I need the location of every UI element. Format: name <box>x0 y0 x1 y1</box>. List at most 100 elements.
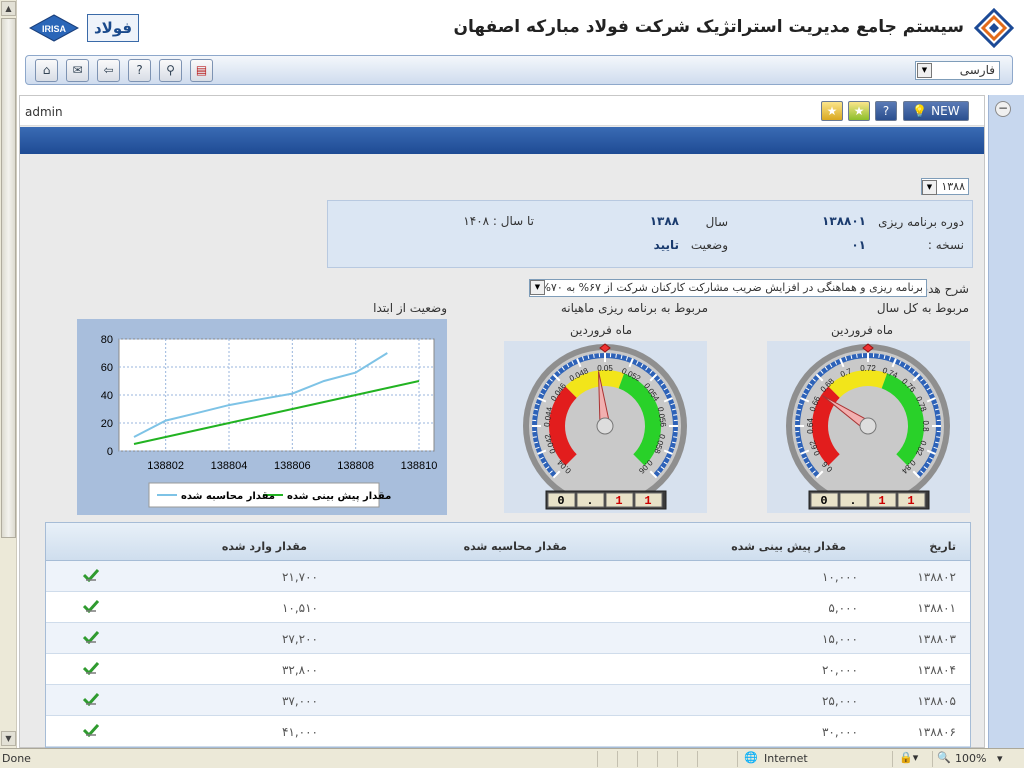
cell-entered: ۴۱,۰۰۰ <box>281 725 318 739</box>
cell-entered: ۳۷,۰۰۰ <box>281 694 318 708</box>
cell-forecast: ۱۰,۰۰۰ <box>821 570 858 584</box>
trend-chart: 0 20 40 60 80 138802 138804 138806 138808 138810 م… <box>77 319 447 515</box>
cell-forecast: ۲۵,۰۰۰ <box>821 694 858 708</box>
admin-bar: admin ★ ★ ? 💡 NEW <box>20 96 984 126</box>
new-label: NEW <box>931 104 960 118</box>
book-icon[interactable]: ▤ <box>190 59 213 82</box>
checkmark-icon[interactable] <box>83 630 99 644</box>
zone-label: Internet <box>764 752 808 765</box>
back-icon[interactable]: ⇦ <box>97 59 120 82</box>
status-label: وضعیت <box>690 238 728 252</box>
y-tick-label: 40 <box>101 390 113 402</box>
to-year: تا سال : ۱۴۰۸ <box>463 214 534 228</box>
table-row: ۱۳۸۸۰۶ ۳۰,۰۰۰ ۴۱,۰۰۰ <box>46 716 970 747</box>
gauge-monthly-panel: 0.04 0.042 0.044 0.046 0.048 0.05 0.052 0.054 0.… <box>504 341 707 513</box>
cell-date: ۱۳۸۸۰۱ <box>917 601 956 615</box>
table-row: ۱۳۸۸۰۱ ۵,۰۰۰ ۱۰,۵۱۰ <box>46 592 970 623</box>
favorite-add-icon[interactable]: ★ <box>848 101 870 121</box>
gauge-tick <box>936 414 941 416</box>
cell-date: ۱۳۸۸۰۳ <box>917 632 956 646</box>
year-value: ۱۳۸۸ <box>941 180 965 193</box>
year-value: ۱۳۸۸ <box>649 214 679 228</box>
cell-forecast: ۳۰,۰۰۰ <box>821 725 858 739</box>
chevron-down-icon[interactable]: ▼ <box>530 280 545 295</box>
zoom-icon: 🔍 <box>937 751 951 764</box>
table-row: ۱۳۸۸۰۵ ۲۵,۰۰۰ ۳۷,۰۰۰ <box>46 685 970 716</box>
app-header: IRISA فولاد سیستم جامع مدیریت استراتژیک … <box>17 0 1024 55</box>
goal-select[interactable]: برنامه ریزی و هماهنگی در افزایش ضریب مشا… <box>529 279 927 297</box>
globe-icon: 🌐 <box>744 751 758 764</box>
y-tick-label: 0 <box>107 446 113 458</box>
checkmark-icon[interactable] <box>83 599 99 613</box>
gauge-readout: 0.11 <box>808 490 930 510</box>
section-monthly: مربوط به برنامه ریزی ماهیانه <box>560 301 708 315</box>
checkmark-icon[interactable] <box>83 568 99 582</box>
month-label-monthly: ماه فروردین <box>570 323 632 337</box>
help-button[interactable]: ? <box>875 101 897 121</box>
table-row: ۱۳۸۸۰۳ ۱۵,۰۰۰ ۲۷,۲۰۰ <box>46 623 970 654</box>
month-label-yearly: ماه فروردین <box>831 323 893 337</box>
readout-digit: 0 <box>557 494 564 508</box>
year-select[interactable]: ۱۳۸۸ ▼ <box>921 178 969 195</box>
readout-digit: 0 <box>820 494 827 508</box>
security-icon[interactable]: 🔒▾ <box>899 751 918 764</box>
gauge-tick <box>615 353 617 358</box>
star-icon[interactable]: ★ <box>821 101 843 121</box>
home-icon[interactable]: ⌂ <box>35 59 58 82</box>
scroll-up-arrow[interactable]: ▲ <box>1 1 16 16</box>
chart-legend: مقدار پیش بینی شده مقدار محاسبه شده <box>148 482 391 508</box>
cell-date: ۱۳۸۸۰۲ <box>917 570 956 584</box>
checkmark-icon[interactable] <box>83 661 99 675</box>
scroll-thumb[interactable] <box>1 18 16 538</box>
status-bar: Done 🌐 Internet 🔒▾ 🔍 100% ▾ <box>0 748 1024 768</box>
readout-digit: . <box>586 494 593 508</box>
readout-digit: 1 <box>615 494 622 508</box>
header-calculated: مقدار محاسبه شده <box>463 540 567 553</box>
plan-info-box: دوره برنامه ریزی ۱۳۸۸۰۱ سال ۱۳۸۸ تا سال … <box>327 200 973 268</box>
gauge-tick <box>795 414 800 416</box>
content-frame: admin ★ ★ ? 💡 NEW ۱۳۸۸ ▼ دوره برنامه ریز… <box>19 95 985 748</box>
scroll-down-arrow[interactable]: ▼ <box>1 731 16 746</box>
right-side-panel: − <box>988 95 1024 748</box>
cell-entered: ۳۲,۸۰۰ <box>281 663 318 677</box>
search-icon[interactable]: ⚲ <box>159 59 182 82</box>
gauge-tick <box>673 436 678 438</box>
cell-date: ۱۳۸۸۰۵ <box>917 694 956 708</box>
gauge-readout: 0.11 <box>545 490 667 510</box>
collapse-icon[interactable]: − <box>995 101 1011 117</box>
cell-date: ۱۳۸۸۰۶ <box>917 725 956 739</box>
gauge-tick-label: 0.05 <box>597 364 613 373</box>
fofo-logo: فولاد <box>87 14 139 42</box>
gauge-tick <box>673 414 678 416</box>
checkmark-icon[interactable] <box>83 692 99 706</box>
chevron-down-icon[interactable]: ▼ <box>922 180 937 195</box>
goal-value: برنامه ریزی و هماهنگی در افزایش ضریب مشا… <box>540 281 923 294</box>
app-title: سیستم جامع مدیریت استراتژیک شرکت فولاد م… <box>453 17 964 37</box>
x-tick-label: 138804 <box>211 460 248 472</box>
zoom-level[interactable]: 100% <box>955 752 986 765</box>
gauge-yearly-panel: 0.6 0.62 0.64 0.66 0.68 0.7 0.72 0.74 0.76 0.78 0.… <box>767 341 970 513</box>
readout-digit: 1 <box>878 494 885 508</box>
values-table: تاریخ مقدار پیش بینی شده مقدار محاسبه شد… <box>45 522 971 748</box>
mail-icon[interactable]: ✉ <box>66 59 89 82</box>
gauge-tick <box>856 353 858 358</box>
help-icon[interactable]: ? <box>128 59 151 82</box>
language-select[interactable]: فارسی ▼ <box>915 61 1000 80</box>
checkmark-icon[interactable] <box>83 723 99 737</box>
year-label: سال <box>705 215 728 229</box>
chevron-down-icon[interactable]: ▾ <box>997 752 1003 765</box>
x-tick-label: 138806 <box>274 460 311 472</box>
vertical-scrollbar[interactable]: ▲ ▼ <box>0 0 17 748</box>
cell-forecast: ۱۵,۰۰۰ <box>821 632 858 646</box>
table-header: تاریخ مقدار پیش بینی شده مقدار محاسبه شد… <box>46 523 970 561</box>
table-body: ۱۳۸۸۰۲ ۱۰,۰۰۰ ۲۱,۷۰۰ ۱۳۸۸۰۱ ۵,۰۰۰ ۱۰,۵۱۰ ۱۳۸۸۰… <box>46 561 970 747</box>
blue-header-band <box>20 127 984 154</box>
table-row: ۱۳۸۸۰۲ ۱۰,۰۰۰ ۲۱,۷۰۰ <box>46 561 970 592</box>
chevron-down-icon[interactable]: ▼ <box>917 63 932 78</box>
cell-forecast: ۵,۰۰۰ <box>828 601 858 615</box>
cell-entered: ۲۷,۲۰۰ <box>281 632 318 646</box>
readout-digit: . <box>849 494 856 508</box>
version-label: نسخه : <box>927 238 964 252</box>
svg-text:IRISA: IRISA <box>42 24 67 34</box>
new-button[interactable]: 💡 NEW <box>903 101 969 121</box>
